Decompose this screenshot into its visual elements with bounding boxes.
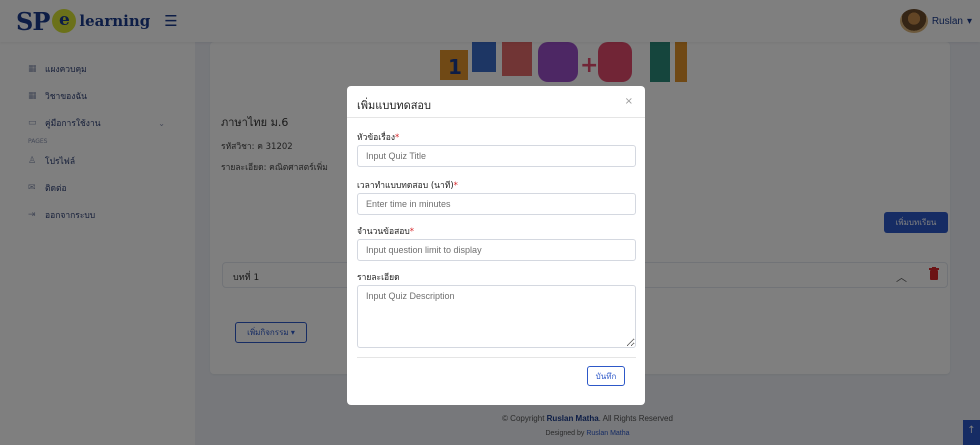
required-mark: * (395, 133, 400, 143)
modal-footer-divider (357, 357, 636, 358)
required-mark: * (409, 227, 415, 237)
close-icon[interactable]: × (625, 96, 633, 107)
quiz-limit-input[interactable] (357, 239, 636, 261)
quiz-description-textarea[interactable] (357, 285, 636, 348)
quiz-time-input[interactable] (357, 193, 636, 215)
save-button[interactable]: บันทึก (587, 366, 625, 386)
add-quiz-modal: เพิ่มแบบทดสอบ × หัวข้อเรื่อง* เวลาทำแบบท… (347, 86, 645, 405)
quiz-title-input[interactable] (357, 145, 636, 167)
modal-divider (347, 117, 645, 118)
quiz-time-label: เวลาทำแบบทดสอบ (นาที)* (357, 181, 458, 191)
required-mark: * (453, 181, 458, 191)
modal-title: เพิ่มแบบทดสอบ (357, 99, 432, 112)
quiz-limit-label: จำนวนข้อสอบ* (357, 227, 415, 237)
quiz-title-label: หัวข้อเรื่อง* (357, 133, 400, 143)
quiz-description-label: รายละเอียด (357, 273, 400, 283)
